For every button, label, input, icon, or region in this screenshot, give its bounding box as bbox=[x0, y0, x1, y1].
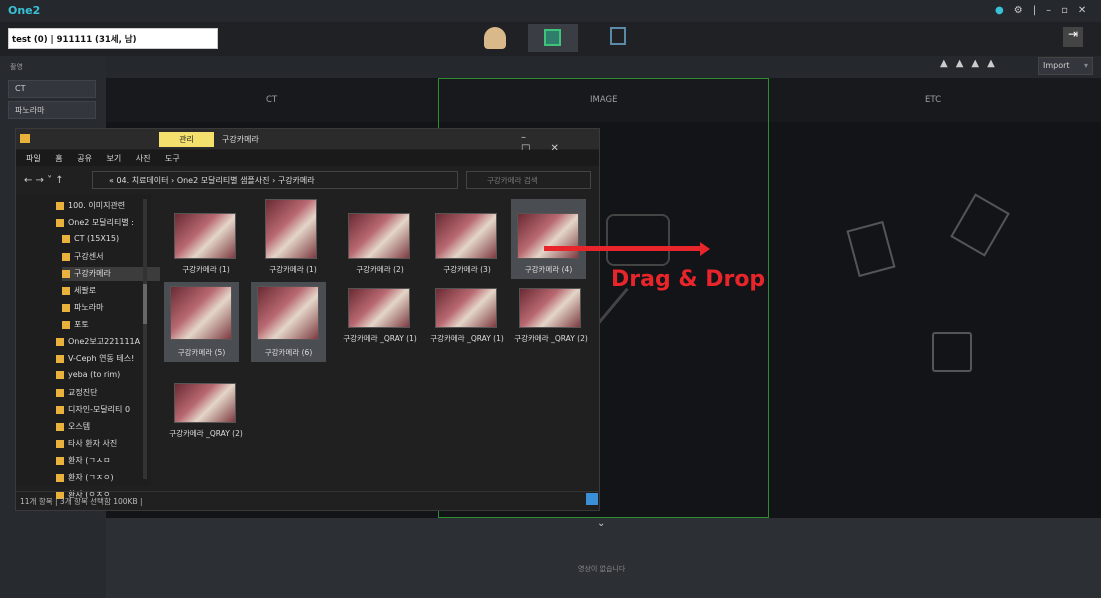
file-item[interactable]: 구강카메라 _QRAY (2) bbox=[166, 379, 246, 459]
file-item[interactable]: 구강카메라 _QRAY (1) bbox=[340, 284, 420, 364]
flip-tools-icon[interactable]: ▲▲▲▲ bbox=[940, 58, 1035, 75]
drag-drop-label: Drag & Drop bbox=[611, 267, 766, 292]
tree-item[interactable]: 구강센서 bbox=[62, 251, 103, 262]
tree-scrollbar-thumb[interactable] bbox=[143, 284, 147, 324]
tree-item[interactable]: 디자인-모달리티 0 bbox=[56, 404, 130, 415]
tree-item[interactable]: yeba (to rim) bbox=[56, 370, 120, 379]
view-mode-icon[interactable] bbox=[586, 493, 598, 505]
tree-item[interactable]: 구강카메라 bbox=[62, 268, 111, 279]
tree-item[interactable]: 타사 환자 사진 bbox=[56, 438, 117, 449]
folder-icon bbox=[20, 134, 30, 143]
status-bar: 11개 항목 | 3개 항목 선택함 100KB | bbox=[16, 491, 599, 510]
bottom-panel bbox=[106, 518, 1101, 598]
patient-selector[interactable]: test (0) | 911111 (31세, 남) bbox=[8, 28, 218, 49]
file-item-selected[interactable]: 구강카메라 (4) bbox=[511, 199, 586, 279]
column-etc[interactable]: ETC bbox=[925, 95, 941, 105]
exit-icon[interactable]: ⇥ bbox=[1063, 27, 1083, 47]
file-explorer-window[interactable]: 관리 구강카메라 –□✕ 파일 홈 공유 보기 사진 도구 ← → ˅ ↑ « … bbox=[15, 128, 600, 511]
file-item[interactable]: 구강카메라 (2) bbox=[340, 199, 420, 279]
tree-item[interactable]: 포토 bbox=[62, 319, 89, 330]
app-title: One2 bbox=[8, 4, 41, 17]
tree-item[interactable]: 세팔로 bbox=[62, 285, 96, 296]
thumbnail-image bbox=[435, 213, 497, 259]
file-item[interactable]: 구강카메라 (1) bbox=[253, 199, 333, 279]
layers-icon bbox=[544, 29, 561, 46]
collapse-chevron-icon[interactable]: ⌄ bbox=[597, 518, 605, 529]
explorer-title: 구강카메라 bbox=[222, 135, 259, 144]
tree-scrollbar[interactable] bbox=[143, 199, 147, 479]
tree-item[interactable]: 오스템 bbox=[56, 421, 90, 432]
tree-item[interactable]: 100. 이미지관련 bbox=[56, 200, 125, 211]
sidebar-item-ct[interactable]: CT bbox=[8, 80, 96, 98]
camera-icon bbox=[606, 214, 670, 266]
thumbnail-image bbox=[257, 286, 319, 340]
tree-item[interactable]: CT (15X15) bbox=[62, 234, 119, 243]
file-item[interactable]: 구강카메라 _QRAY (1) bbox=[427, 284, 507, 364]
window-controls[interactable]: ●⚙|–▫✕ bbox=[995, 5, 1096, 16]
file-grid: 구강카메라 (1) 구강카메라 (1) 구강카메라 (2) 구강카메라 (3) … bbox=[156, 194, 596, 486]
tree-item[interactable]: One2보고221111A bbox=[56, 336, 140, 347]
file-item[interactable]: 구강카메라 (3) bbox=[427, 199, 507, 279]
file-item-selected[interactable]: 구강카메라 (5) bbox=[164, 282, 239, 362]
import-dropdown[interactable]: Import ▾ bbox=[1038, 57, 1093, 75]
file-item[interactable]: 구강카메라 (1) bbox=[166, 199, 246, 279]
file-item[interactable]: 구강카메라 _QRAY (2) bbox=[511, 284, 591, 364]
manage-tab[interactable]: 관리 bbox=[159, 132, 214, 147]
drag-arrow-head bbox=[700, 242, 710, 256]
file-item-selected[interactable]: 구강카메라 (6) bbox=[251, 282, 326, 362]
tree-item[interactable]: One2 모달리티별 : bbox=[56, 217, 134, 228]
imaging-tab[interactable] bbox=[528, 24, 578, 52]
tree-item[interactable]: 파노라마 bbox=[62, 302, 103, 313]
tree-item[interactable]: 환자 (ㄱㅈㅇ) bbox=[56, 472, 114, 483]
thumbnail-image bbox=[174, 383, 236, 423]
empty-message: 영상이 없습니다 bbox=[578, 565, 626, 573]
column-ct[interactable]: CT bbox=[266, 95, 277, 105]
title-bar bbox=[0, 0, 1101, 22]
address-bar[interactable]: « 04. 치료데이터 › One2 모달리티별 샘플사진 › 구강카메라 bbox=[92, 171, 458, 189]
thumbnail-image bbox=[174, 213, 236, 259]
search-input[interactable]: 구강카메라 검색 bbox=[466, 171, 591, 189]
thumbnail-image bbox=[517, 213, 579, 259]
nav-arrows-icon[interactable]: ← → ˅ ↑ bbox=[24, 175, 64, 186]
tree-item[interactable]: V-Ceph 연동 테스! bbox=[56, 353, 134, 364]
thumbnail-image bbox=[435, 288, 497, 328]
windows-icon[interactable] bbox=[610, 27, 626, 45]
patient-icon[interactable] bbox=[484, 27, 506, 49]
tree-item[interactable]: 교정진단 bbox=[56, 387, 97, 398]
drag-arrow bbox=[544, 246, 704, 251]
thumbnail-image bbox=[348, 213, 410, 259]
thumbnail-image bbox=[265, 199, 317, 259]
thumbnail-image bbox=[170, 286, 232, 340]
folder-icon bbox=[932, 332, 972, 372]
tree-item[interactable]: 환자 (ㄱㅅㅁ bbox=[56, 455, 110, 466]
patient-info: test (0) | 911111 (31세, 남) bbox=[12, 35, 137, 45]
thumbnail-image bbox=[519, 288, 581, 328]
thumbnail-image bbox=[348, 288, 410, 328]
ribbon-tabs[interactable]: 파일 홈 공유 보기 사진 도구 bbox=[26, 153, 180, 164]
sidebar-section-label: 촬영 bbox=[10, 63, 23, 71]
explorer-titlebar bbox=[16, 129, 599, 149]
sidebar-item-panorama[interactable]: 파노라마 bbox=[8, 101, 96, 119]
